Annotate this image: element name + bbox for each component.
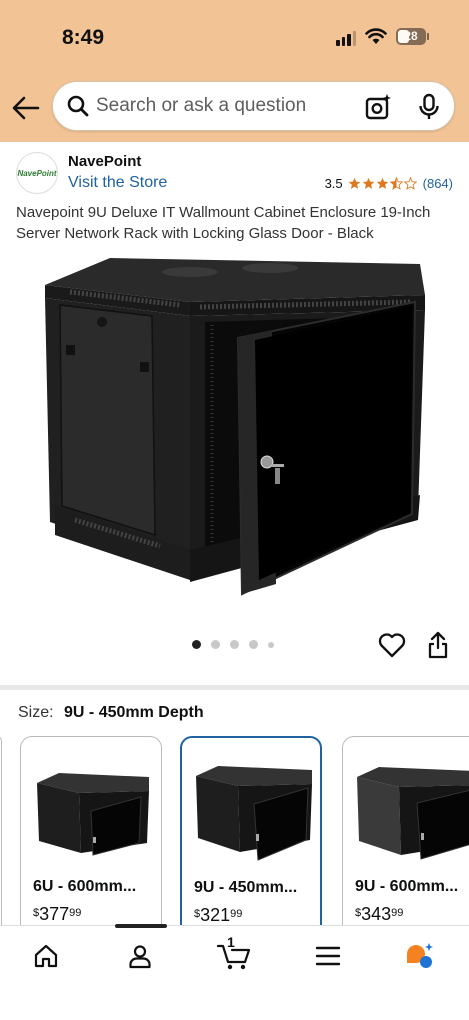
cellular-signal-icon <box>336 30 356 46</box>
microphone-icon[interactable] <box>417 93 441 121</box>
variant-card[interactable]: 9U - 600mm... $ 343 99 <box>342 736 469 936</box>
nav-cart[interactable]: 1 <box>214 934 254 972</box>
brand-name: NavePoint <box>68 153 142 170</box>
size-label: Size: <box>18 704 54 721</box>
variant-title: 9U - 450mm... <box>194 879 298 896</box>
variant-card-selected[interactable]: 9U - 450mm... $ 321 99 <box>180 736 322 936</box>
rating-summary[interactable]: 3.5 (864) <box>325 176 453 191</box>
nav-menu[interactable] <box>310 940 346 972</box>
price-fraction: 99 <box>69 907 82 919</box>
variant-card[interactable]: 6U - 600mm... $ 377 99 <box>20 736 162 936</box>
carousel-dot[interactable] <box>268 641 274 648</box>
wifi-icon <box>365 28 387 44</box>
back-arrow-icon[interactable] <box>10 94 42 122</box>
carousel-dot-active[interactable] <box>192 640 201 649</box>
brand-logo-text: NavePoint <box>17 168 57 178</box>
rating-count: (864) <box>422 176 453 191</box>
search-icon <box>67 95 89 117</box>
variant-price: $ 343 99 <box>355 904 403 925</box>
variant-thumbnail <box>357 767 469 860</box>
status-bar: 8:49 28 <box>0 0 469 72</box>
star-empty-icon <box>403 177 417 190</box>
variant-title: 6U - 600mm... <box>33 878 137 895</box>
search-input[interactable] <box>96 82 346 130</box>
camera-icon[interactable] <box>365 93 393 121</box>
brand-row: NavePoint NavePoint Visit the Store 3.5 … <box>0 148 469 198</box>
variant-price: $ 321 99 <box>194 905 242 926</box>
star-full-icon <box>348 177 360 189</box>
star-half-icon <box>389 177 403 190</box>
battery-icon: 28 <box>396 28 426 45</box>
account-icon <box>129 945 151 969</box>
battery-level: 28 <box>404 29 418 43</box>
image-carousel-dots <box>192 640 274 649</box>
app-header: 8:49 28 <box>0 0 469 142</box>
heart-icon[interactable] <box>378 632 406 658</box>
brand-logo[interactable]: NavePoint <box>16 152 58 194</box>
star-full-icon <box>376 177 388 189</box>
visit-store-link[interactable]: Visit the Store <box>68 174 167 192</box>
price-fraction: 99 <box>230 908 243 920</box>
carousel-dot[interactable] <box>230 640 239 649</box>
section-divider <box>0 685 469 690</box>
rufus-icon <box>407 943 433 968</box>
nav-home[interactable] <box>28 940 64 972</box>
price-whole: 343 <box>361 904 392 924</box>
size-value: 9U - 450mm Depth <box>64 704 204 721</box>
product-title: Navepoint 9U Deluxe IT Wallmount Cabinet… <box>16 204 431 242</box>
size-selector-label: Size: 9U - 450mm Depth <box>18 704 204 722</box>
carousel-dot[interactable] <box>211 640 220 649</box>
price-fraction: 99 <box>391 907 404 919</box>
price-whole: 321 <box>200 905 231 925</box>
menu-icon <box>315 946 341 966</box>
status-time: 8:49 <box>62 26 105 49</box>
price-whole: 377 <box>39 904 70 924</box>
search-bar[interactable] <box>52 81 455 131</box>
variant-title: 9U - 600mm... <box>355 878 459 895</box>
nav-account[interactable] <box>122 940 158 972</box>
star-full-icon <box>362 177 374 189</box>
rating-value: 3.5 <box>324 176 343 191</box>
variant-card-partial[interactable] <box>0 736 2 936</box>
bottom-navigation: 1 <box>0 924 469 1020</box>
variant-thumbnail <box>196 766 312 861</box>
active-tab-indicator <box>115 924 167 928</box>
cart-count-badge: 1 <box>227 934 235 950</box>
share-icon[interactable] <box>427 631 449 659</box>
carousel-dot[interactable] <box>249 640 258 649</box>
variant-thumbnail <box>37 773 149 856</box>
variant-price: $ 377 99 <box>33 904 81 925</box>
battery-tip <box>427 33 429 40</box>
home-icon <box>34 944 58 968</box>
product-image[interactable] <box>40 250 430 600</box>
nav-rufus[interactable] <box>402 940 438 972</box>
star-rating <box>348 177 417 190</box>
